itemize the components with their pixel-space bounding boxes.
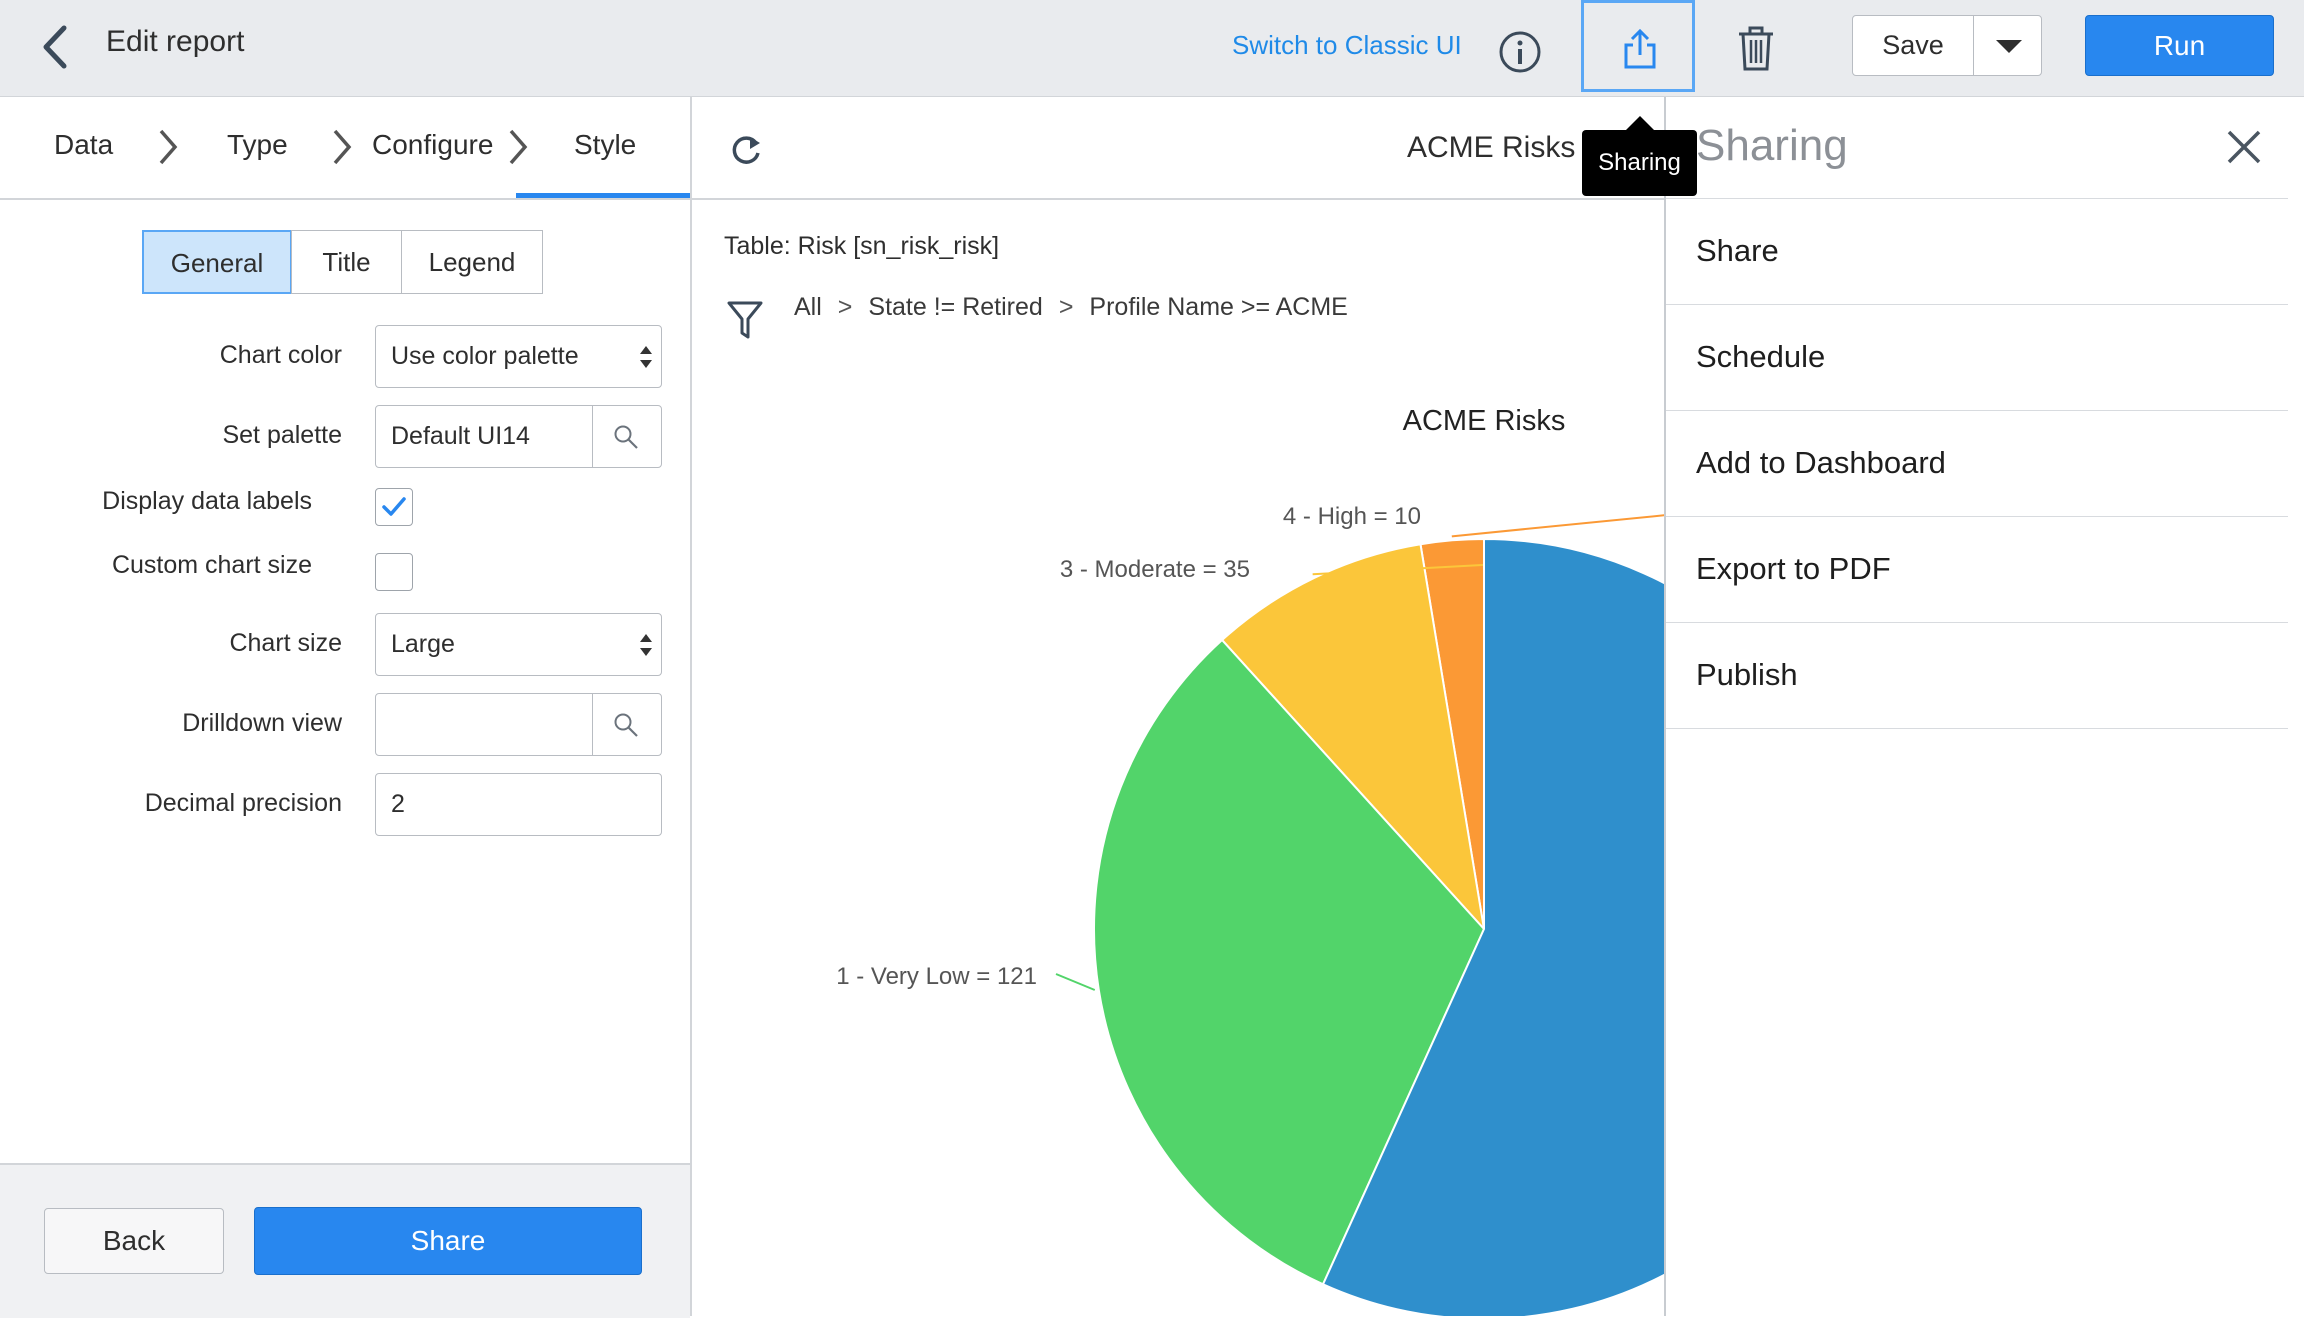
chart-size-label: Chart size [229,629,342,657]
top-bar: Edit report Switch to Classic UI Save Ru… [0,0,2304,97]
info-icon[interactable] [1498,30,1542,74]
decimal-precision-input[interactable]: 2 [375,773,662,836]
report-settings-panel: Data Type Configure Style General Title … [0,97,692,1318]
chart-size-value: Large [391,630,455,658]
set-palette-field[interactable]: Default UI14 [375,405,662,468]
sharing-tooltip: Sharing [1582,116,1697,196]
set-palette-value: Default UI14 [391,422,530,450]
pie-chart: ACME Risks 4 - High = 10 3 - Moderate = 35… [836,405,1664,1316]
chart-size-select[interactable]: Large [375,613,662,676]
menu-item-publish[interactable]: Publish [1666,623,2288,729]
sharing-panel: Sharing Share Schedule Add to Dashboard … [1664,97,2304,1316]
data-label-leader [1451,514,1664,538]
sharing-panel-title: Sharing [1696,121,1848,170]
menu-item-share[interactable]: Share [1666,199,2288,305]
step-style[interactable]: Style [574,129,636,161]
sharing-menu: Share Schedule Add to Dashboard Export t… [1666,198,2288,729]
select-arrows-icon [640,346,652,368]
chart-color-select[interactable]: Use color palette [375,325,662,388]
search-icon [614,713,638,737]
close-icon[interactable] [2226,129,2262,165]
save-button[interactable]: Save [1852,15,1974,76]
menu-item-schedule[interactable]: Schedule [1666,305,2288,411]
page-title: Edit report [106,25,245,58]
decimal-precision-label: Decimal precision [144,789,342,817]
drilldown-lookup-button[interactable] [592,694,661,755]
data-label-leader [1055,973,1096,991]
display-data-labels-checkbox[interactable] [375,488,413,526]
select-arrows-icon [640,634,652,656]
custom-chart-size-label: Custom chart size [111,551,312,579]
tab-title[interactable]: Title [291,230,402,294]
data-label: 3 - Moderate = 35 [1060,556,1250,583]
data-label: 1 - Very Low = 121 [836,963,1037,990]
display-data-labels-label: Display data labels [102,487,312,515]
trash-icon[interactable] [1736,26,1776,72]
run-button[interactable]: Run [2085,15,2274,76]
step-configure[interactable]: Configure [372,129,493,161]
back-chevron-icon[interactable] [38,22,74,72]
chevron-right-icon [509,129,528,165]
chevron-right-icon [159,129,178,165]
active-step-indicator [516,193,690,198]
checkmark-icon [382,497,406,516]
drilldown-view-field[interactable] [375,693,662,756]
step-navigation: Data Type Configure Style [0,97,690,200]
data-label: 4 - High = 10 [1283,503,1421,530]
chevron-right-icon [333,129,352,165]
drilldown-view-label: Drilldown view [182,709,342,737]
share-button[interactable]: Share [254,1207,642,1275]
save-dropdown-toggle[interactable] [1973,15,2042,76]
switch-classic-ui-link[interactable]: Switch to Classic UI [1232,30,1462,61]
back-button[interactable]: Back [44,1208,224,1274]
step-data[interactable]: Data [54,129,113,161]
chart-color-value: Use color palette [391,342,579,370]
custom-chart-size-checkbox[interactable] [375,553,413,591]
search-icon [614,425,638,449]
set-palette-label: Set palette [222,421,342,449]
menu-item-export-pdf[interactable]: Export to PDF [1666,517,2288,623]
tab-legend[interactable]: Legend [401,230,543,294]
menu-item-add-to-dashboard[interactable]: Add to Dashboard [1666,411,2288,517]
chart-color-label: Chart color [219,341,342,369]
sharing-button[interactable] [1581,0,1695,92]
share-export-icon [1624,28,1656,69]
tab-general[interactable]: General [142,230,292,294]
report-preview: ACME Risks Table: Risk [sn_risk_risk] Al… [692,97,1664,1316]
style-tabs: General Title Legend [142,230,543,294]
step-type[interactable]: Type [227,129,288,161]
chart-title: ACME Risks [1403,405,1566,437]
palette-lookup-button[interactable] [592,406,661,467]
